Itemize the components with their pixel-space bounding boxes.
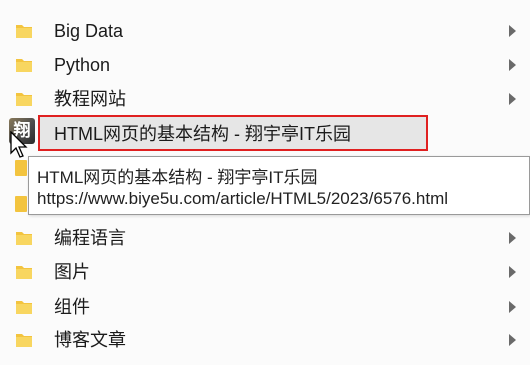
- menu-item-label: Python: [54, 55, 111, 75]
- submenu-arrow-icon: [509, 266, 516, 278]
- menu-item-label: 组件: [54, 297, 90, 317]
- bookmark-tooltip: HTML网页的基本结构 - 翔宇亭IT乐园 https://www.biye5u…: [28, 156, 530, 215]
- bookmarks-context-menu: Big Data Python 教程网站 翔 HTML网页的基本结构 - 翔宇亭…: [0, 0, 530, 365]
- menu-item-programming-languages[interactable]: 编程语言: [0, 221, 530, 255]
- menu-item-label: 教程网站: [54, 89, 126, 109]
- tooltip-url: https://www.biye5u.com/article/HTML5/202…: [37, 189, 449, 208]
- menu-item-html-bookmark[interactable]: HTML网页的基本结构 - 翔宇亭IT乐园: [38, 115, 428, 151]
- submenu-arrow-icon: [509, 232, 516, 244]
- folder-icon: [16, 232, 32, 245]
- menu-item-label: 博客文章: [54, 330, 126, 350]
- mouse-cursor-icon: [10, 131, 28, 158]
- menu-item-label: HTML网页的基本结构 - 翔宇亭IT乐园: [54, 124, 351, 144]
- tooltip-title: HTML网页的基本结构 - 翔宇亭IT乐园: [37, 168, 318, 187]
- folder-icon: [16, 266, 32, 279]
- menu-item-images[interactable]: 图片: [0, 255, 530, 289]
- menu-item-big-data[interactable]: Big Data: [0, 14, 530, 48]
- menu-item-label: 图片: [54, 262, 90, 282]
- menu-item-tutorial-sites[interactable]: 教程网站: [0, 82, 530, 116]
- menu-item-components[interactable]: 组件: [0, 290, 530, 324]
- menu-item-label: Big Data: [54, 21, 124, 41]
- menu-item-python[interactable]: Python: [0, 48, 530, 82]
- menu-item-label: 编程语言: [54, 228, 126, 248]
- submenu-arrow-icon: [509, 25, 516, 37]
- folder-icon: [16, 59, 32, 72]
- folder-icon: [15, 196, 27, 212]
- folder-icon: [16, 334, 32, 347]
- folder-icon: [16, 93, 32, 106]
- submenu-arrow-icon: [509, 301, 516, 313]
- folder-icon: [16, 25, 32, 38]
- folder-icon: [16, 301, 32, 314]
- submenu-arrow-icon: [509, 334, 516, 346]
- submenu-arrow-icon: [509, 59, 516, 71]
- submenu-arrow-icon: [509, 93, 516, 105]
- folder-icon: [15, 160, 27, 176]
- menu-item-blog-posts[interactable]: 博客文章: [0, 323, 530, 357]
